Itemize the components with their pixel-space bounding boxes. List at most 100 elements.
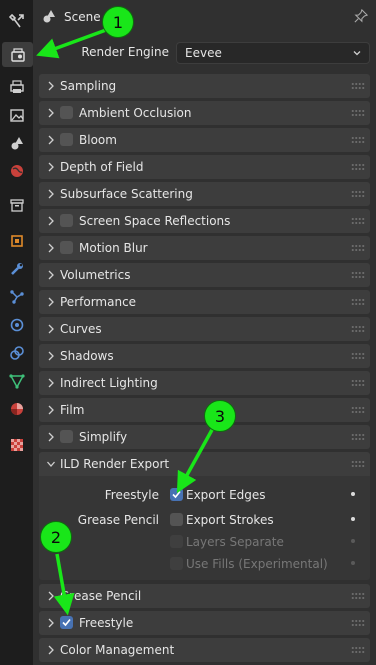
freestyle-checkbox[interactable] xyxy=(60,616,73,629)
tab-world[interactable] xyxy=(4,158,29,183)
panel-grease-pencil[interactable]: Grease Pencil xyxy=(39,584,370,608)
render-engine-dropdown[interactable]: Eevee xyxy=(176,42,370,64)
drag-handle[interactable] xyxy=(351,109,365,117)
panel-indirect-lighting[interactable]: Indirect Lighting xyxy=(39,371,370,395)
chevron-right-icon xyxy=(48,591,54,601)
tab-physics[interactable] xyxy=(4,312,29,337)
panel-bloom[interactable]: Bloom xyxy=(39,128,370,152)
chevron-right-icon xyxy=(48,135,54,145)
tab-output[interactable] xyxy=(4,74,29,99)
constraint-icon xyxy=(9,345,24,360)
animate-property-dot[interactable] xyxy=(351,561,355,565)
panel-label: Performance xyxy=(60,295,137,309)
panel-label: Motion Blur xyxy=(79,241,148,255)
panel-freestyle[interactable]: Freestyle xyxy=(39,611,370,635)
tab-render[interactable] xyxy=(2,42,33,67)
chevron-down-icon xyxy=(353,51,361,56)
texture-icon xyxy=(10,438,23,451)
panel-subsurface-scattering[interactable]: Subsurface Scattering xyxy=(39,182,370,206)
drag-handle[interactable] xyxy=(351,82,365,90)
tab-material[interactable] xyxy=(4,396,29,421)
panel-motion-blur[interactable]: Motion Blur xyxy=(39,236,370,260)
printer-icon xyxy=(9,79,24,93)
chevron-right-icon xyxy=(48,216,54,226)
panel-label: Freestyle xyxy=(79,616,134,630)
tab-modifiers[interactable] xyxy=(4,256,29,281)
drag-handle[interactable] xyxy=(351,325,365,333)
annotation-badge-3: 3 xyxy=(204,400,236,432)
drag-handle[interactable] xyxy=(351,352,365,360)
panel-sampling[interactable]: Sampling xyxy=(39,74,370,98)
panel-simplify[interactable]: Simplify xyxy=(39,425,370,449)
drag-handle[interactable] xyxy=(351,244,365,252)
tab-view-layer[interactable] xyxy=(4,102,29,127)
tab-constraints[interactable] xyxy=(4,340,29,365)
render-engine-value: Eevee xyxy=(185,46,222,60)
panel-shadows[interactable]: Shadows xyxy=(39,344,370,368)
drag-handle[interactable] xyxy=(351,163,365,171)
panel-screen-space-reflections[interactable]: Screen Space Reflections xyxy=(39,209,370,233)
export-strokes-checkbox[interactable] xyxy=(170,513,183,526)
annotation-badge-1: 1 xyxy=(102,6,134,38)
drag-handle[interactable] xyxy=(351,271,365,279)
tab-texture[interactable] xyxy=(4,432,29,457)
drag-handle[interactable] xyxy=(351,136,365,144)
panel-volumetrics[interactable]: Volumetrics xyxy=(39,263,370,287)
drag-handle[interactable] xyxy=(351,592,365,600)
drag-handle[interactable] xyxy=(351,406,365,414)
chevron-down-icon xyxy=(47,461,55,467)
tab-object[interactable] xyxy=(4,228,29,253)
chevron-right-icon xyxy=(48,81,54,91)
panel-performance[interactable]: Performance xyxy=(39,290,370,314)
drag-handle[interactable] xyxy=(351,646,365,654)
panel-label: Bloom xyxy=(79,133,117,147)
layers-separate-checkbox[interactable] xyxy=(170,535,183,548)
chevron-right-icon xyxy=(48,324,54,334)
tab-data[interactable] xyxy=(4,368,29,393)
simplify-checkbox[interactable] xyxy=(60,430,73,443)
tab-scene[interactable] xyxy=(4,130,29,155)
render-engine-label: Render Engine xyxy=(81,45,169,59)
drag-handle[interactable] xyxy=(351,379,365,387)
panel-depth-of-field[interactable]: Depth of Field xyxy=(39,155,370,179)
panel-label: Indirect Lighting xyxy=(60,376,158,390)
panel-ambient-occlusion[interactable]: Ambient Occlusion xyxy=(39,101,370,125)
pin-icon[interactable] xyxy=(354,9,368,23)
layers-separate-label: Layers Separate xyxy=(186,535,284,549)
drag-handle[interactable] xyxy=(351,619,365,627)
panel-curves[interactable]: Curves xyxy=(39,317,370,341)
tab-collection[interactable] xyxy=(4,192,29,217)
physics-icon xyxy=(10,318,23,331)
chevron-right-icon xyxy=(48,189,54,199)
ambient-occlusion-checkbox[interactable] xyxy=(60,106,73,119)
chevron-right-icon xyxy=(48,162,54,172)
animate-property-dot[interactable] xyxy=(351,517,355,521)
panel-ild-render-export[interactable]: ILD Render Export xyxy=(39,452,370,476)
panel-color-management[interactable]: Color Management xyxy=(39,638,370,662)
object-icon xyxy=(10,234,23,247)
drag-handle[interactable] xyxy=(351,433,365,441)
material-icon xyxy=(10,402,23,415)
panel-label: Sampling xyxy=(60,79,117,93)
screen-space-reflections-checkbox[interactable] xyxy=(60,214,73,227)
use-fills-checkbox[interactable] xyxy=(170,557,183,570)
drag-handle[interactable] xyxy=(351,298,365,306)
checkmark-icon xyxy=(172,490,181,499)
properties-tab-bar xyxy=(0,0,33,665)
drag-handle[interactable] xyxy=(351,190,365,198)
motion-blur-checkbox[interactable] xyxy=(60,241,73,254)
panel-label: Film xyxy=(60,403,85,417)
animate-property-dot[interactable] xyxy=(351,539,355,543)
drag-handle[interactable] xyxy=(351,460,365,468)
drag-handle[interactable] xyxy=(351,217,365,225)
checkmark-icon xyxy=(62,618,71,627)
tab-particles[interactable] xyxy=(4,284,29,309)
ild-render-export-body: Freestyle Export Edges Grease Pencil Exp… xyxy=(39,476,370,580)
bloom-checkbox[interactable] xyxy=(60,133,73,146)
animate-property-dot[interactable] xyxy=(351,492,355,496)
world-icon xyxy=(10,164,23,177)
panel-label: Color Management xyxy=(60,643,175,657)
tab-tool[interactable] xyxy=(4,8,29,33)
export-edges-checkbox[interactable] xyxy=(170,488,183,501)
properties-editor: Scene Render Engine Eevee Sampling Ambie… xyxy=(33,0,376,665)
